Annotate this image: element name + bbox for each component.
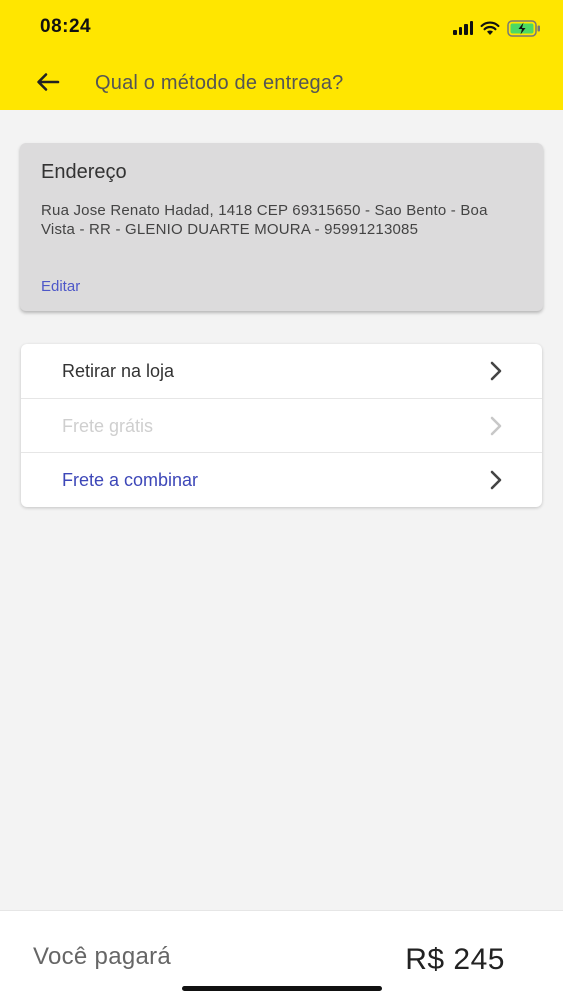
page-title: Qual o método de entrega? (95, 72, 344, 94)
address-title: Endereço (41, 161, 127, 183)
home-indicator[interactable] (182, 986, 382, 991)
status-time: 08:24 (40, 16, 92, 37)
back-button[interactable] (30, 64, 66, 100)
total-label: Você pagará (33, 943, 172, 970)
option-frete-a-combinar[interactable]: Frete a combinar (21, 452, 542, 507)
option-frete-gratis[interactable]: Frete grátis (21, 398, 542, 452)
chevron-right-icon (490, 416, 502, 436)
status-icons (453, 18, 541, 38)
address-card: Endereço Rua Jose Renato Hadad, 1418 CEP… (20, 143, 543, 311)
app-header: 08:24 Qual o método de entrega? (0, 0, 563, 110)
wifi-icon (480, 21, 500, 36)
total-amount: R$ 245 (405, 943, 505, 976)
option-retirar-na-loja[interactable]: Retirar na loja (21, 344, 542, 398)
option-label: Retirar na loja (62, 361, 175, 381)
arrow-left-icon (37, 73, 60, 91)
chevron-right-icon (490, 361, 502, 381)
delivery-options-list: Retirar na loja Frete grátis Frete a com… (21, 344, 542, 507)
option-label: Frete a combinar (62, 470, 199, 490)
chevron-right-icon (490, 470, 502, 490)
battery-charging-icon (507, 19, 541, 37)
edit-address-link[interactable]: Editar (41, 278, 80, 295)
address-text: Rua Jose Renato Hadad, 1418 CEP 69315650… (41, 202, 488, 238)
option-label: Frete grátis (62, 416, 154, 436)
signal-icon (453, 21, 473, 35)
